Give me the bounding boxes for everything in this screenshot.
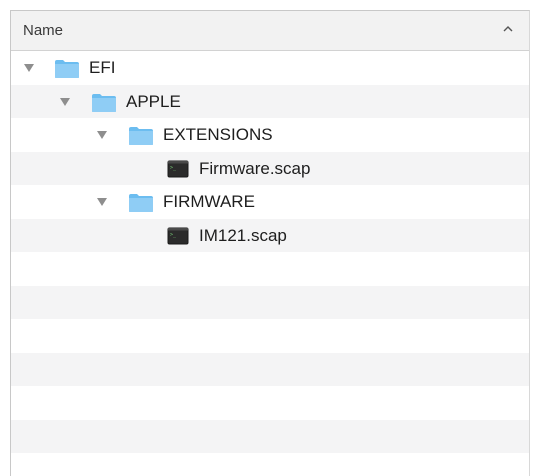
disclosure-triangle-icon[interactable] xyxy=(23,63,35,73)
name-column-header[interactable]: Name xyxy=(23,22,63,39)
file-tree: EFI APPLE EXTENSIONS >_ Firmware.scap FI… xyxy=(11,51,529,476)
empty-row xyxy=(11,252,529,286)
tree-row-firmware-scap[interactable]: >_ Firmware.scap xyxy=(11,151,529,185)
empty-row xyxy=(11,352,529,386)
folder-icon xyxy=(92,93,116,112)
svg-text:>_: >_ xyxy=(170,165,177,171)
tree-row-firmware[interactable]: FIRMWARE xyxy=(11,185,529,219)
terminal-file-icon: >_ xyxy=(167,227,189,244)
tree-row-efi[interactable]: EFI xyxy=(11,51,529,85)
file-browser-window: Name EFI APPLE EXTENSIONS >_ Firmware.sc… xyxy=(10,10,530,476)
disclosure-triangle-icon[interactable] xyxy=(96,197,108,207)
tree-row-apple[interactable]: APPLE xyxy=(11,84,529,118)
tree-item-label: Firmware.scap xyxy=(199,158,311,178)
tree-item-label: FIRMWARE xyxy=(163,192,255,211)
svg-text:>_: >_ xyxy=(170,232,177,238)
chevron-up-icon[interactable] xyxy=(501,22,515,36)
column-header[interactable]: Name xyxy=(11,11,529,51)
tree-item-label: IM121.scap xyxy=(199,225,287,245)
terminal-file-icon: >_ xyxy=(167,160,189,177)
folder-icon xyxy=(129,194,153,212)
folder-icon xyxy=(129,127,153,145)
empty-row xyxy=(11,386,529,420)
tree-item-label: APPLE xyxy=(126,91,181,111)
disclosure-triangle-icon[interactable] xyxy=(96,130,108,140)
tree-row-extensions[interactable]: EXTENSIONS xyxy=(11,118,529,152)
folder-icon xyxy=(55,60,79,78)
tree-item-label: EFI xyxy=(89,58,116,77)
tree-row-im121-scap[interactable]: >_ IM121.scap xyxy=(11,218,529,252)
empty-row xyxy=(11,285,529,319)
empty-row xyxy=(11,319,529,353)
empty-row xyxy=(11,453,529,476)
tree-item-label: EXTENSIONS xyxy=(163,125,273,144)
disclosure-triangle-icon[interactable] xyxy=(59,97,71,107)
empty-row xyxy=(11,419,529,453)
